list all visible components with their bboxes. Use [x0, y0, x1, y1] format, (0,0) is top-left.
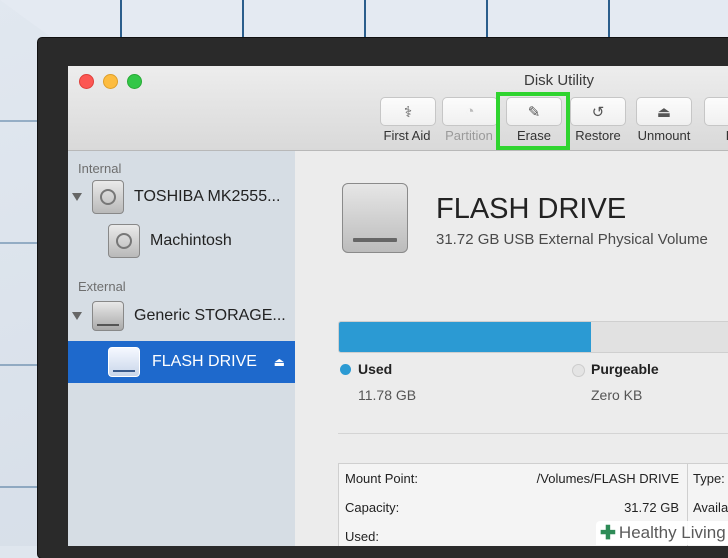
eject-icon[interactable]: ⏏: [274, 355, 285, 369]
info-row-capacity: Capacity: 31.72 GB: [345, 500, 679, 515]
restore-button[interactable]: ↺: [570, 97, 626, 126]
watermark: ✚ Healthy Living: [596, 521, 728, 545]
flash-drive-icon: [108, 347, 140, 377]
sidebar-item-label: Generic STORAGE...: [134, 307, 286, 324]
stethoscope-icon: ⚕: [403, 103, 413, 121]
main-pane: FLASH DRIVE 31.72 GB USB External Physic…: [296, 151, 728, 546]
sidebar-header-external: External: [78, 279, 126, 294]
restore-icon: ↺: [591, 103, 605, 121]
partition-icon: ◔: [465, 103, 475, 120]
info-type-label: Type:: [693, 471, 725, 486]
window-controls: [79, 74, 142, 89]
first-aid-button[interactable]: ⚕: [380, 97, 436, 126]
purgeable-legend-label: Purgeable: [591, 361, 659, 377]
toolbar: Disk Utility ⚕ First Aid ◔ Partition ✎ E…: [68, 66, 728, 151]
sidebar-item-label: TOSHIBA MK2555...: [134, 188, 281, 205]
usage-bar-used: [339, 322, 591, 352]
sidebar-item-label: Machintosh: [150, 232, 232, 249]
erase-highlight-box: [496, 92, 570, 150]
disclosure-triangle-icon[interactable]: [72, 312, 82, 320]
internal-disk-icon: [92, 180, 124, 214]
drive-name: FLASH DRIVE: [436, 193, 627, 225]
sidebar-item-toshiba[interactable]: TOSHIBA MK2555...: [68, 177, 295, 217]
sidebar: Internal TOSHIBA MK2555... Machintosh Ex…: [68, 151, 295, 546]
drive-icon: [342, 183, 408, 253]
window-title: Disk Utility: [524, 72, 594, 89]
watermark-text: Healthy Living: [618, 523, 726, 542]
info-row-mount-point: Mount Point: /Volumes/FLASH DRIVE: [345, 471, 679, 486]
plus-icon: ✚: [600, 522, 616, 544]
sidebar-item-generic-storage[interactable]: Generic STORAGE...: [68, 296, 295, 336]
sidebar-header-internal: Internal: [78, 161, 122, 176]
disk-utility-window: Disk Utility ⚕ First Aid ◔ Partition ✎ E…: [68, 66, 728, 546]
partition-button[interactable]: ◔: [442, 97, 498, 126]
zoom-button[interactable]: [127, 74, 142, 89]
disclosure-triangle-icon[interactable]: [72, 193, 82, 201]
used-legend-value: 11.78 GB: [358, 387, 417, 403]
divider: [338, 433, 728, 434]
volume-disk-icon: [108, 224, 140, 258]
unmount-button[interactable]: ⏏: [636, 97, 692, 126]
external-disk-icon: [92, 301, 124, 331]
minimize-button[interactable]: [103, 74, 118, 89]
purgeable-legend-value: Zero KB: [591, 387, 643, 403]
unmount-icon: ⏏: [656, 103, 672, 121]
sidebar-item-machintosh[interactable]: Machintosh: [68, 221, 295, 261]
sidebar-item-label: FLASH DRIVE: [152, 353, 257, 370]
info-label: In: [725, 128, 728, 143]
close-button[interactable]: [79, 74, 94, 89]
drive-description: 31.72 GB USB External Physical Volume: [436, 231, 708, 248]
info-button[interactable]: i: [704, 97, 728, 126]
sidebar-item-flash-drive[interactable]: FLASH DRIVE ⏏: [68, 341, 295, 383]
used-legend-label: Used: [358, 361, 393, 377]
used-legend-dot: [340, 364, 351, 375]
info-available-label: Availal: [693, 500, 728, 515]
purgeable-legend-dot: [572, 364, 585, 377]
usage-bar: [338, 321, 728, 353]
